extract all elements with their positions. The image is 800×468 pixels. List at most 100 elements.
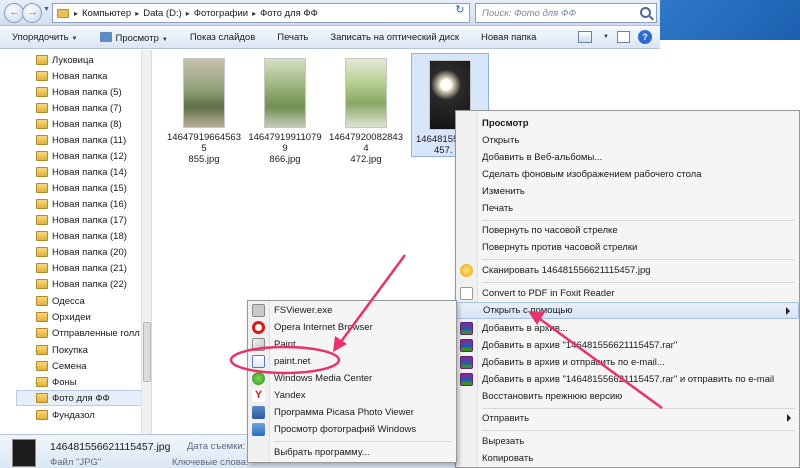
nav-folder-label: Новая папка (22)	[52, 278, 127, 290]
menu-item-label: Просмотр фотографий Windows	[274, 424, 417, 435]
nav-folder-item[interactable]: Новая папка (18)	[36, 228, 127, 244]
nav-scrollbar[interactable]	[141, 50, 151, 434]
forward-button[interactable]: →	[22, 3, 42, 23]
menu-item-scan[interactable]: Сканировать 146481556621115457.jpg	[456, 262, 799, 279]
change-view-icon[interactable]	[578, 31, 593, 43]
breadcrumb-computer[interactable]: Компьютер	[82, 8, 131, 19]
menu-item-set-wallpaper[interactable]: Сделать фоновым изображением рабочего ст…	[456, 166, 799, 183]
nav-folder-item[interactable]: Фундазол	[36, 407, 95, 423]
menu-item-rotate-cw[interactable]: Повернуть по часовой стрелке	[456, 222, 799, 239]
nav-folder-item[interactable]: Семена	[36, 358, 87, 374]
history-dropdown-icon[interactable]: ▼	[43, 6, 50, 13]
nav-folder-item[interactable]: Орхидеи	[36, 309, 91, 325]
menu-item-edit[interactable]: Изменить	[456, 183, 799, 200]
breadcrumb-separator: ▸	[74, 8, 79, 18]
nav-folder-item[interactable]: Новая папка (5)	[36, 84, 122, 100]
forward-arrow-icon: →	[27, 6, 38, 18]
back-button[interactable]: ←	[4, 3, 24, 23]
breadcrumb-data-drive[interactable]: Data (D:)	[143, 8, 182, 19]
menu-item-wmc[interactable]: Windows Media Center	[248, 370, 456, 387]
details-keywords-label: Ключевые слова:	[172, 457, 249, 468]
breadcrumb-current-folder[interactable]: Фото для ФФ	[260, 8, 318, 19]
nav-folder-item[interactable]: Отправленные голл	[36, 325, 140, 341]
view-dropdown-icon[interactable]: ▼	[603, 34, 609, 40]
menu-item-paint[interactable]: Paint	[248, 336, 456, 353]
folder-icon	[36, 410, 48, 420]
menu-item-restore-version[interactable]: Восстановить прежнюю версию	[456, 388, 799, 405]
nav-folder-label: Новая папка	[52, 70, 108, 82]
menu-item-add-archive-email[interactable]: Добавить в архив и отправить по e-mail..…	[456, 354, 799, 371]
new-folder-button[interactable]: Новая папка	[481, 32, 536, 43]
menu-item-label: Convert to PDF in Foxit Reader	[482, 288, 615, 299]
nav-folder-item[interactable]: Новая папка (21)	[36, 260, 127, 276]
nav-folder-item[interactable]: Одесса	[36, 293, 85, 309]
nav-folder-item-selected[interactable]: Фото для ФФ	[16, 390, 142, 406]
nav-folder-item[interactable]: Фоны	[36, 374, 77, 390]
menu-item-fsviewer[interactable]: FSViewer.exe	[248, 302, 456, 319]
file-thumbnail[interactable]: 146479196645635 855.jpg	[165, 52, 243, 165]
menu-item-windows-photo-viewer[interactable]: Просмотр фотографий Windows	[248, 421, 456, 438]
menu-item-opera[interactable]: Opera Internet Browser	[248, 319, 456, 336]
preview-pane-icon[interactable]	[617, 31, 630, 43]
menu-item-add-archive-rar-email[interactable]: Добавить в архив "146481556621115457.rar…	[456, 371, 799, 388]
nav-folder-item[interactable]: Новая папка (22)	[36, 276, 127, 292]
menu-item-label: Добавить в архив...	[482, 323, 568, 334]
nav-folder-item[interactable]: Новая папка (14)	[36, 164, 127, 180]
nav-folder-item[interactable]: Новая папка (12)	[36, 148, 127, 164]
file-thumbnail[interactable]: 146479200828434 472.jpg	[327, 52, 405, 165]
menu-item-label: Добавить в архив и отправить по e-mail..…	[482, 357, 665, 368]
menu-item-send-to[interactable]: Отправить	[456, 410, 799, 427]
print-button[interactable]: Печать	[277, 32, 308, 43]
menu-item-cut[interactable]: Вырезать	[456, 433, 799, 450]
scrollbar-thumb[interactable]	[143, 322, 151, 382]
menu-item-rotate-ccw[interactable]: Повернуть против часовой стрелки	[456, 239, 799, 256]
menu-item-label: FSViewer.exe	[274, 305, 333, 316]
file-name-line: 472.jpg	[350, 154, 382, 165]
nav-folder-item[interactable]: Новая папка (7)	[36, 100, 122, 116]
folder-icon	[36, 296, 48, 306]
file-thumbnail[interactable]: 146479199110799 866.jpg	[246, 52, 324, 165]
file-name-line: 146479196645635	[167, 132, 241, 154]
nav-folder-item[interactable]: Новая папка (16)	[36, 196, 127, 212]
menu-item-yandex[interactable]: Y Yandex	[248, 387, 456, 404]
burn-disc-button[interactable]: Записать на оптический диск	[330, 32, 459, 43]
menu-item-open[interactable]: Открыть	[456, 132, 799, 149]
nav-folder-item[interactable]: Новая папка (17)	[36, 212, 127, 228]
menu-item-open-with[interactable]: Открыть с помощью	[456, 302, 799, 319]
submenu-arrow-icon	[786, 307, 790, 315]
nav-folder-item[interactable]: Луковица	[36, 52, 94, 68]
menu-item-choose-program[interactable]: Выбрать программу...	[248, 444, 456, 461]
breadcrumb[interactable]: ▸ Компьютер ▸ Data (D:) ▸ Фотографии ▸ Ф…	[52, 3, 497, 23]
search-input[interactable]: Поиск: Фото для ФФ	[475, 3, 657, 23]
menu-item-picasa[interactable]: Программа Picasa Photo Viewer	[248, 404, 456, 421]
nav-folder-item[interactable]: Покупка	[36, 342, 88, 358]
nav-folder-item[interactable]: Новая папка (8)	[36, 116, 122, 132]
slideshow-button[interactable]: Показ слайдов	[190, 32, 255, 43]
menu-item-add-web-album[interactable]: Добавить в Веб-альбомы...	[456, 149, 799, 166]
nav-folder-label: Новая папка (17)	[52, 214, 127, 226]
preview-button[interactable]: Просмотр ▼	[99, 31, 168, 44]
menu-item-add-archive-rar[interactable]: Добавить в архив "146481556621115457.rar…	[456, 337, 799, 354]
help-icon[interactable]: ?	[638, 30, 652, 44]
open-with-submenu: FSViewer.exe Opera Internet Browser Pain…	[247, 300, 457, 463]
menu-item-foxit-pdf[interactable]: Convert to PDF in Foxit Reader	[456, 285, 799, 302]
menu-item-add-archive[interactable]: Добавить в архив...	[456, 320, 799, 337]
nav-folder-item[interactable]: Новая папка	[36, 68, 107, 84]
folder-icon	[36, 183, 48, 193]
organize-button[interactable]: Упорядочить ▼	[12, 32, 78, 43]
folder-icon	[36, 345, 48, 355]
breadcrumb-photos[interactable]: Фотографии	[194, 8, 248, 19]
refresh-icon[interactable]: ↻	[452, 3, 468, 17]
menu-item-preview[interactable]: Просмотр	[456, 115, 799, 132]
opera-icon	[252, 321, 265, 334]
menu-item-paintnet[interactable]: paint.net	[248, 353, 456, 370]
menu-separator	[482, 282, 795, 283]
nav-folder-item[interactable]: Новая папка (11)	[36, 132, 126, 148]
folder-icon	[36, 199, 48, 209]
nav-folder-item[interactable]: Новая папка (15)	[36, 180, 127, 196]
file-name-line: 146479199110799	[248, 132, 322, 154]
folder-icon	[36, 103, 48, 113]
nav-folder-item[interactable]: Новая папка (20)	[36, 244, 127, 260]
menu-item-copy[interactable]: Копировать	[456, 450, 799, 467]
menu-item-print[interactable]: Печать	[456, 200, 799, 217]
